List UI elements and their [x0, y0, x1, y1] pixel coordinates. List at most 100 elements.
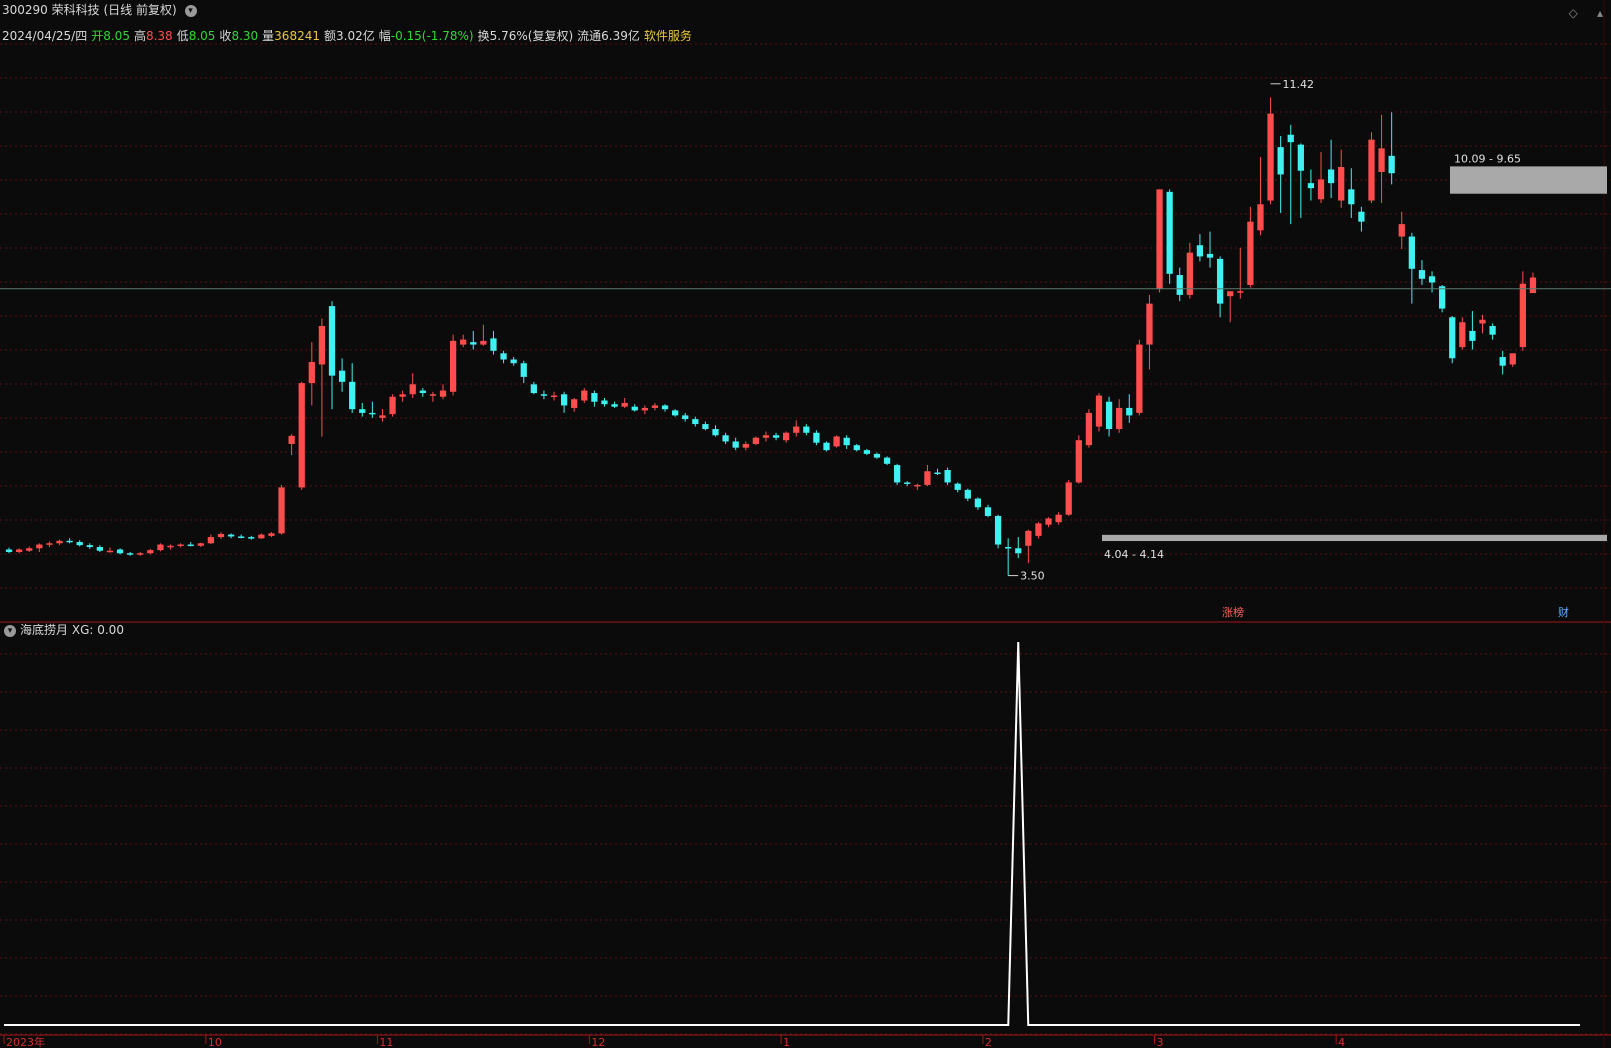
candle-body — [682, 415, 689, 420]
candle-body — [127, 553, 134, 555]
resistance-zone — [1450, 166, 1607, 194]
candle-body — [1196, 245, 1204, 257]
candle-body — [1479, 319, 1486, 324]
candle-body — [591, 393, 598, 402]
candle-body — [389, 396, 396, 415]
candle-body — [873, 453, 881, 458]
candle-body — [359, 409, 366, 413]
candle-body — [944, 470, 951, 483]
candle-body — [621, 402, 628, 407]
candle-body — [560, 394, 568, 406]
candle-body — [601, 400, 608, 405]
candle-body — [1176, 275, 1183, 295]
candles-group — [5, 97, 1537, 576]
candle-body — [1469, 330, 1476, 341]
candle-body — [500, 353, 507, 360]
candle-body — [116, 549, 124, 554]
candle-body — [419, 390, 426, 394]
candle-body — [1438, 286, 1446, 309]
candle-body — [924, 471, 931, 485]
candle-body — [1307, 183, 1315, 189]
high-label: 11.42 — [1283, 78, 1315, 91]
candle-body — [530, 384, 537, 394]
candle-body — [1005, 547, 1012, 549]
resistance-zone-label: 10.09 - 9.65 — [1454, 152, 1521, 165]
candle-body — [692, 419, 699, 425]
candle-body — [863, 450, 871, 454]
candle-body — [550, 395, 558, 398]
candle-body — [1418, 270, 1426, 279]
candle-body — [187, 544, 194, 547]
candle-body — [1257, 204, 1264, 231]
x-tick-label: 12 — [591, 1036, 605, 1048]
candle-body — [1045, 518, 1052, 525]
candle-body — [914, 484, 921, 487]
candle-body — [1378, 148, 1385, 172]
candle-body — [742, 443, 749, 448]
candle-body — [268, 533, 275, 536]
candle-body — [722, 435, 729, 442]
candle-body — [137, 553, 144, 555]
candle-body — [1156, 189, 1163, 289]
candle-body — [1166, 191, 1173, 274]
candle-body — [631, 406, 638, 411]
candle-body — [732, 441, 739, 448]
candle-body — [1267, 113, 1274, 201]
candle-body — [1338, 167, 1345, 201]
candle-body — [1126, 407, 1133, 416]
x-tick-label: 10 — [208, 1036, 222, 1048]
candle-body — [1428, 276, 1436, 283]
indicator-value-label: XG: — [71, 623, 94, 637]
candle-body — [894, 465, 901, 483]
candle-body — [197, 543, 204, 546]
candle-body — [1408, 236, 1415, 269]
candle-body — [1287, 134, 1294, 143]
x-tick-label: 11 — [379, 1036, 393, 1048]
candle-body — [581, 390, 588, 401]
candle-body — [853, 445, 860, 451]
event-marker-rank: 涨榜 — [1222, 605, 1244, 619]
candle-body — [964, 489, 971, 499]
candle-body — [318, 325, 326, 365]
low-label: 3.50 — [1020, 570, 1045, 583]
xg-series-line — [4, 641, 1580, 1026]
candle-body — [712, 429, 719, 436]
candle-body — [702, 424, 709, 430]
candle-body — [540, 394, 548, 396]
indicator-chevron-down-icon[interactable]: ▾ — [4, 624, 16, 637]
candle-body — [1095, 395, 1103, 427]
candle-body — [56, 540, 63, 544]
support-zone-label: 4.04 - 4.14 — [1104, 548, 1164, 561]
candle-body — [76, 542, 83, 546]
candle-body — [1327, 169, 1335, 184]
candle-body — [793, 426, 800, 433]
candle-body — [1358, 211, 1365, 222]
candle-body — [460, 339, 467, 345]
candle-body — [904, 482, 911, 484]
candle-body — [248, 537, 255, 539]
candle-body — [46, 543, 53, 545]
candle-body — [16, 549, 23, 552]
candle-body — [106, 550, 114, 553]
indicator-name: 海底捞月 — [20, 623, 69, 637]
candlestick-chart[interactable]: 10.09 - 9.65 4.04 - 4.14 11.42 3.50 涨榜 财 2023… — [0, 0, 1611, 1048]
candle-body — [298, 383, 305, 488]
candle-body — [1227, 291, 1234, 297]
candle-body — [611, 404, 618, 407]
candle-body — [338, 370, 346, 382]
candle-body — [227, 534, 235, 537]
candle-body — [1146, 303, 1153, 345]
candle-body — [1489, 325, 1496, 335]
candle-body — [308, 361, 315, 384]
candle-body — [207, 537, 215, 544]
candle-body — [86, 545, 93, 548]
x-tick-label: 2023年 — [6, 1035, 45, 1048]
candle-body — [1116, 407, 1123, 430]
candle-body — [1015, 548, 1022, 554]
candle-body — [1499, 357, 1506, 366]
candle-body — [36, 544, 43, 549]
candle-body — [823, 442, 830, 451]
candle-body — [883, 457, 891, 464]
candle-body — [954, 483, 961, 490]
candle-body — [1105, 401, 1113, 430]
